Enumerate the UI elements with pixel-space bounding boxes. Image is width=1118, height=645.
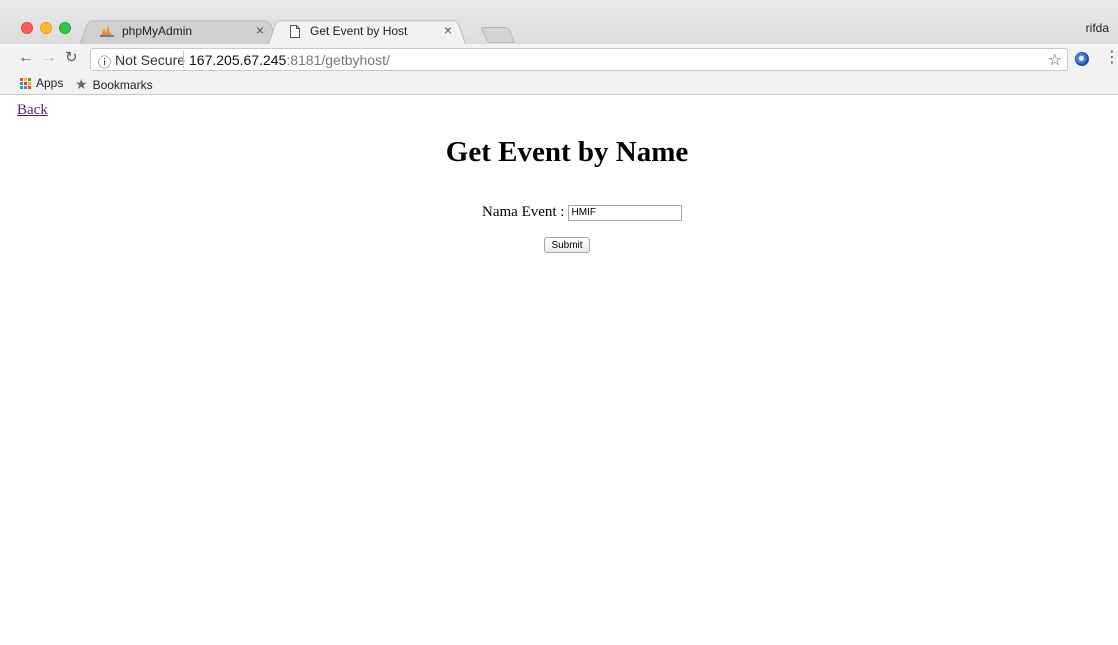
forward-arrow-icon[interactable]: →: [41, 49, 57, 67]
url-path: :8181/getbyhost/: [286, 52, 390, 68]
back-arrow-icon[interactable]: ←: [18, 49, 34, 67]
apps-grid-dot: [24, 81, 27, 85]
apps-label: Apps: [36, 76, 64, 90]
tab-title: Get Event by Host: [310, 24, 408, 38]
phpmyadmin-icon: [100, 24, 114, 38]
window-minimize-button[interactable]: [40, 22, 52, 34]
url-host: 167.205.67.245: [189, 52, 287, 68]
apps-grid-dot: [24, 77, 27, 81]
url-text[interactable]: 167.205.67.245:8181/getbyhost/: [189, 52, 390, 68]
event-name-label: Nama Event :: [482, 204, 565, 220]
apps-grid-dot: [28, 77, 31, 81]
security-label: Not Secure: [115, 52, 186, 68]
menu-dots-icon[interactable]: ⋮: [1104, 50, 1118, 66]
tab-phpmyadmin[interactable]: phpMyAdmin ×: [80, 18, 278, 44]
apps-grid-icon: [20, 77, 31, 89]
window-maximize-button[interactable]: [59, 22, 71, 34]
browser-toolbar: ← → ↻ ⓘ Not Secure 167.205.67.245:8181/g…: [0, 44, 1118, 74]
profile-name[interactable]: rifda: [1086, 21, 1109, 35]
apps-grid-dot: [20, 85, 23, 89]
bookmark-star-icon[interactable]: ☆: [1048, 50, 1062, 70]
apps-shortcut[interactable]: Apps: [20, 76, 63, 90]
event-name-input[interactable]: [568, 204, 683, 221]
apps-grid-dot: [24, 85, 27, 89]
close-tab-icon[interactable]: ×: [444, 22, 452, 38]
window-close-button[interactable]: [21, 22, 33, 34]
back-link[interactable]: Back: [17, 102, 48, 119]
browser-tab-strip: phpMyAdmin × Get Event by Host × rifda: [0, 0, 1118, 44]
reload-icon[interactable]: ↻: [65, 49, 78, 67]
apps-grid-dot: [28, 81, 31, 85]
page-title: Get Event by Name: [445, 136, 689, 168]
close-tab-icon[interactable]: ×: [256, 22, 264, 38]
bookmarks-bar: Apps ★ Bookmarks: [0, 74, 1118, 95]
apps-grid-dot: [20, 81, 23, 85]
tab-title: phpMyAdmin: [122, 24, 193, 38]
tab-get-event-by-host[interactable]: Get Event by Host ×: [268, 18, 466, 44]
bookmarks-label: Bookmarks: [92, 77, 153, 92]
address-bar[interactable]: ⓘ Not Secure 167.205.67.245:8181/getbyho…: [90, 48, 1068, 71]
page-content: Back Get Event by Name Nama Event : Subm…: [0, 96, 1118, 645]
page-icon: [288, 24, 302, 38]
divider: [183, 51, 184, 68]
event-form-row: Nama Event :: [482, 204, 683, 221]
apps-grid-dot: [28, 85, 31, 89]
info-icon[interactable]: ⓘ: [98, 52, 111, 71]
submit-button[interactable]: Submit: [544, 237, 590, 253]
extension-icon[interactable]: [1075, 52, 1089, 66]
new-tab-button[interactable]: [480, 27, 516, 43]
star-icon: ★: [75, 76, 88, 92]
apps-grid-dot: [20, 77, 23, 81]
bookmarks-folder[interactable]: ★ Bookmarks: [75, 76, 153, 93]
